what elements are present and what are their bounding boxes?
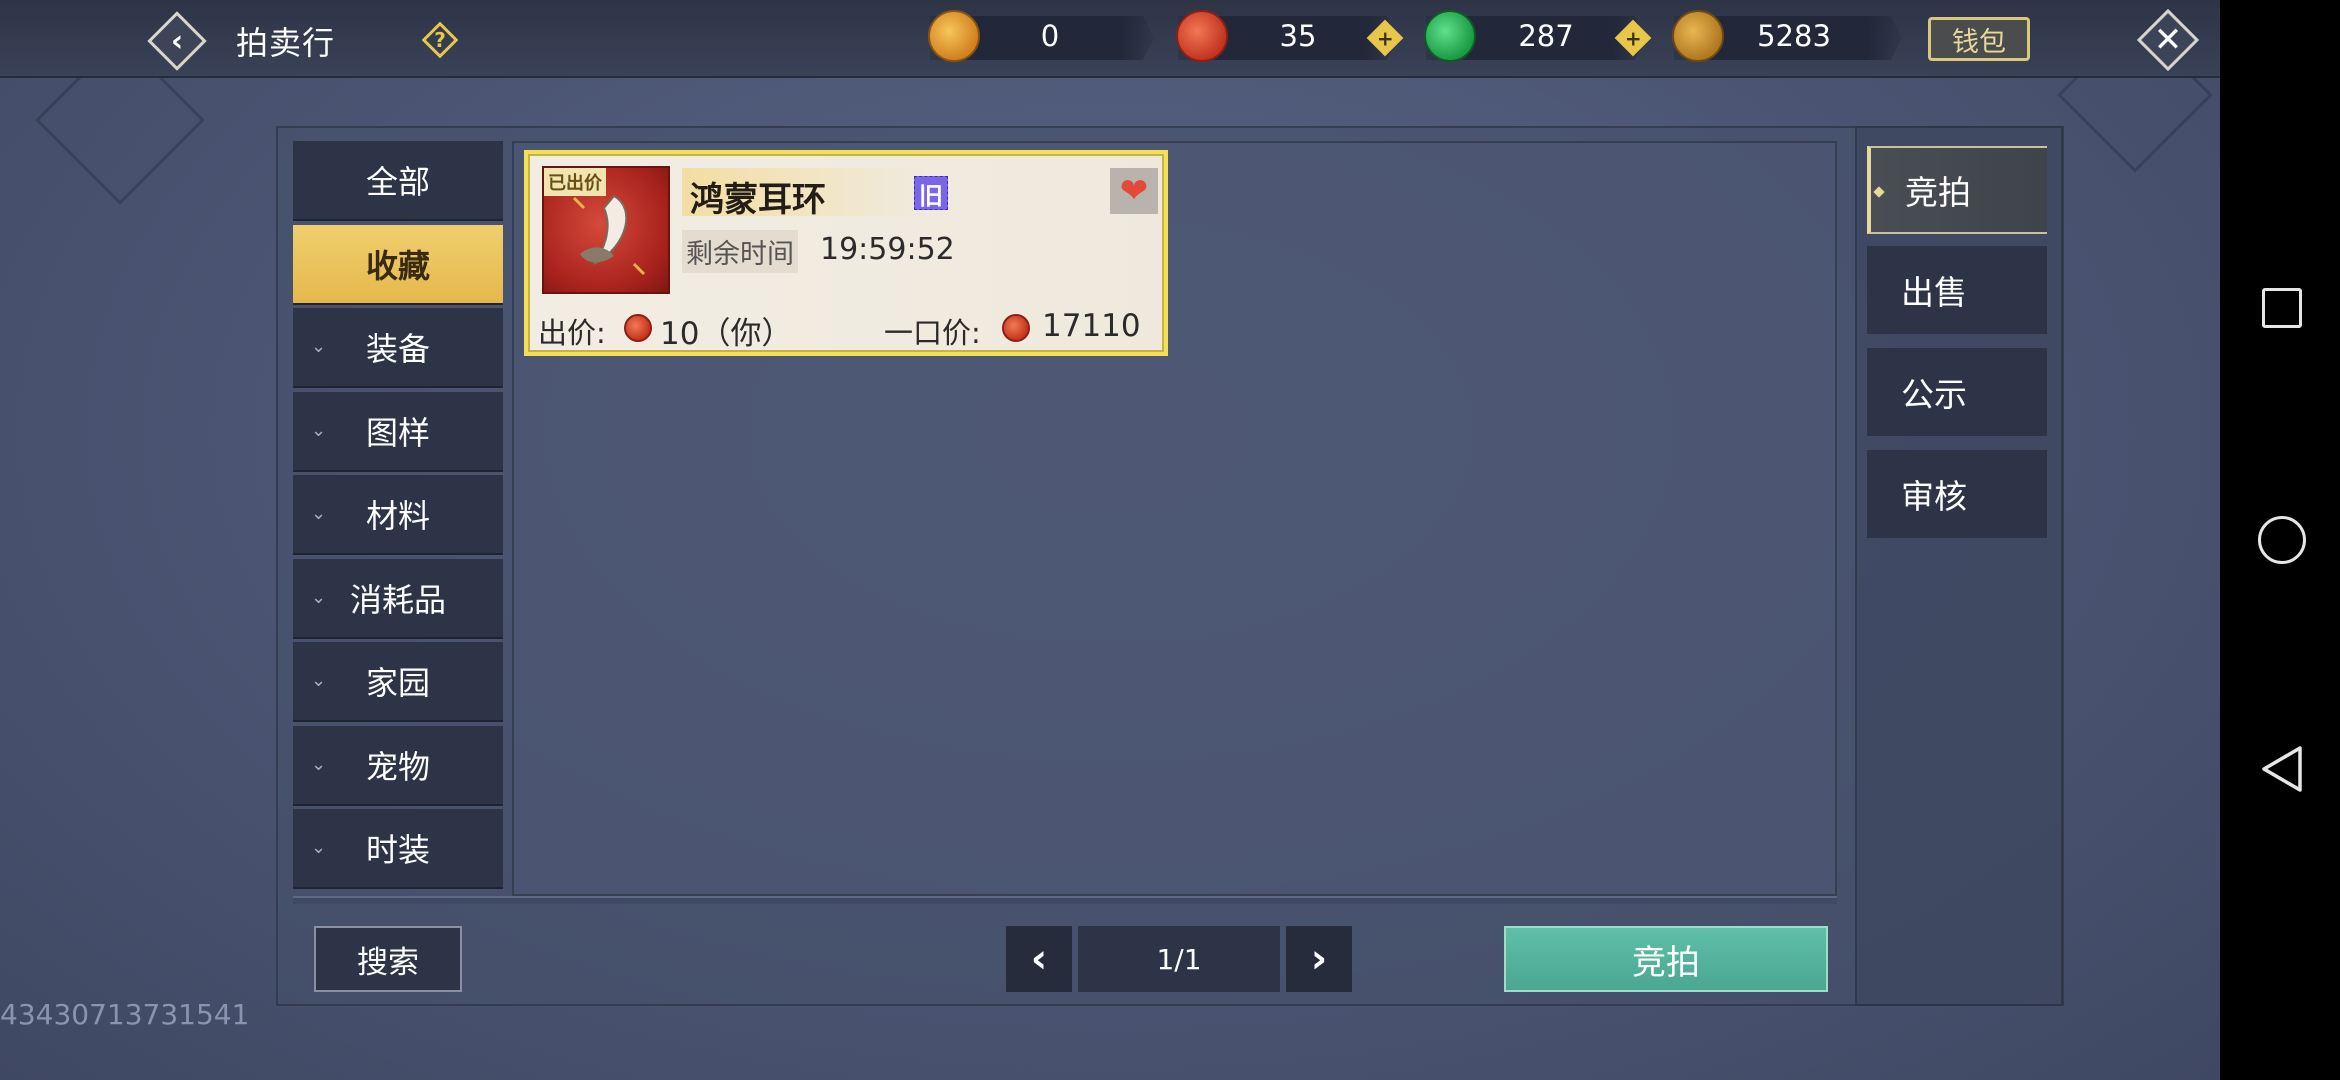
tab-public[interactable]: 公示	[1867, 348, 2047, 436]
category-label: 家园	[365, 664, 430, 702]
next-page-button[interactable]: ›	[1286, 926, 1352, 992]
buyout-label: 一口价:	[884, 316, 981, 350]
chevron-left-icon: ‹	[1030, 936, 1048, 982]
tab-label: 公示	[1901, 375, 1967, 414]
chevron-down-icon: ⌄	[311, 837, 327, 858]
divider	[293, 896, 1837, 904]
home-icon[interactable]	[2258, 516, 2306, 564]
earring-item-icon: 已出价	[542, 166, 670, 294]
chevron-down-icon: ⌄	[311, 670, 327, 691]
close-icon: ✕	[2153, 20, 2183, 60]
category-label: 时装	[365, 831, 430, 869]
chevron-down-icon: ⌄	[311, 419, 327, 441]
category-consumables[interactable]: ⌄ 消耗品	[293, 558, 503, 639]
chevron-down-icon: ⌄	[311, 586, 327, 608]
tab-label: 出售	[1901, 273, 1967, 312]
red-jade-icon	[1176, 10, 1228, 62]
category-equipment[interactable]: ⌄ 装备	[293, 308, 503, 388]
search-button[interactable]: 搜索	[314, 926, 462, 992]
gold-leaf-icon	[1672, 10, 1724, 62]
green-jade-icon	[1424, 10, 1476, 62]
category-label: 图样	[365, 413, 430, 452]
tab-sell[interactable]: 出售	[1867, 246, 2047, 334]
chevron-down-icon: ⌄	[311, 336, 327, 357]
chevron-right-icon: ›	[1310, 936, 1328, 982]
currency-value-green: 287	[1518, 19, 1574, 53]
bid-placed-tag: 已出价	[544, 168, 606, 196]
page-indicator: 1/1	[1078, 926, 1280, 992]
auction-item-card[interactable]: 已出价 鸿蒙耳环 旧 ❤ 剩余时间 19:59:52 出价: 10（你） 一口价…	[524, 150, 1168, 356]
category-home[interactable]: ⌄ 家园	[293, 642, 503, 722]
category-pets[interactable]: ⌄ 宠物	[293, 725, 503, 806]
time-remaining-value: 19:59:52	[820, 232, 955, 267]
chevron-down-icon: ⌄	[311, 753, 327, 775]
category-label: 消耗品	[349, 580, 446, 619]
currency-value-leaf: 5283	[1757, 19, 1831, 53]
back-triangle-icon[interactable]	[2260, 744, 2304, 794]
heart-icon: ❤	[1119, 171, 1149, 211]
bid-label: 出价:	[538, 316, 606, 350]
category-label: 收藏	[365, 246, 430, 285]
chevron-down-icon: ⌄	[311, 503, 327, 524]
page-title: 拍卖行	[236, 24, 336, 62]
category-patterns[interactable]: ⌄ 图样	[293, 391, 503, 472]
tab-auction[interactable]: 竞拍	[1867, 146, 2047, 234]
help-button[interactable]: ?	[421, 21, 459, 59]
back-button[interactable]: ‹	[146, 10, 208, 72]
plus-icon: +	[1376, 25, 1394, 50]
red-jade-coin-icon	[1002, 314, 1030, 342]
category-label: 装备	[365, 330, 430, 368]
category-all[interactable]: 全部	[293, 141, 503, 221]
plus-icon: +	[1624, 25, 1642, 50]
favorite-button[interactable]: ❤	[1110, 168, 1158, 214]
tab-review[interactable]: 审核	[1867, 450, 2047, 538]
currency-value-red: 35	[1279, 19, 1317, 53]
old-item-tag: 旧	[914, 176, 948, 210]
red-jade-coin-icon	[624, 314, 652, 342]
category-label: 全部	[365, 163, 430, 201]
question-icon: ?	[434, 28, 446, 52]
category-label: 材料	[365, 497, 430, 535]
gold-ingot-icon	[928, 10, 980, 62]
category-fashion[interactable]: ⌄ 时装	[293, 809, 503, 889]
bid-value: 10（你）	[660, 316, 793, 352]
wallet-button[interactable]: 钱包	[1928, 17, 2030, 61]
bid-button[interactable]: 竞拍	[1504, 926, 1828, 992]
category-favorites[interactable]: 收藏	[293, 224, 503, 305]
buyout-value: 17110	[1042, 308, 1141, 344]
back-arrow-icon: ‹	[170, 23, 184, 59]
close-button[interactable]: ✕	[2136, 8, 2200, 72]
tab-label: 审核	[1901, 477, 1967, 516]
item-name: 鸿蒙耳环	[690, 180, 826, 220]
category-label: 宠物	[365, 747, 430, 786]
prev-page-button[interactable]: ‹	[1006, 926, 1072, 992]
user-id-text: 43430713731541	[0, 998, 250, 1031]
category-list: 全部 收藏 ⌄ 装备 ⌄ 图样 ⌄ 材料 ⌄ 消耗品 ⌄ 家园 ⌄ 宠物 ⌄ 时装	[293, 141, 503, 893]
category-materials[interactable]: ⌄ 材料	[293, 475, 503, 555]
time-remaining-label: 剩余时间	[682, 230, 798, 273]
currency-value-gold: 0	[1040, 19, 1060, 53]
recent-apps-icon[interactable]	[2262, 288, 2302, 328]
tab-label: 竞拍	[1905, 173, 1971, 212]
